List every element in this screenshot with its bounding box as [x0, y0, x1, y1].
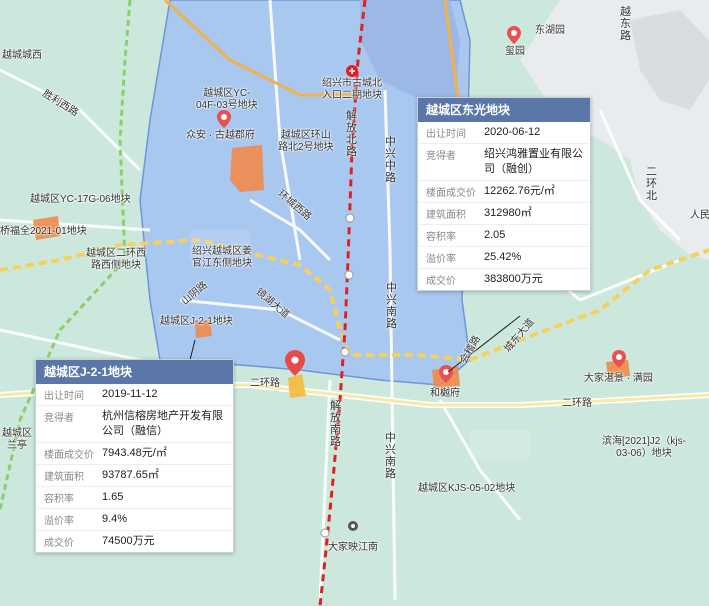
- row-value: 2020-06-12: [484, 126, 541, 138]
- row-key: 溢价率: [426, 254, 456, 265]
- row-value: 25.42%: [484, 251, 522, 263]
- row-value: 74500万元: [102, 535, 155, 547]
- map-canvas[interactable]: 越城城西 胜利西路 越城区YC- 04F-03号地块 众安 · 古越郡府 越城区…: [0, 0, 709, 606]
- row-key: 出让时间: [44, 391, 84, 402]
- parcel-info-card-j21[interactable]: 越城区J-2-1地块 出让时间 2019-11-12 竞得者 杭州信榕房地产开发有限…: [35, 359, 234, 553]
- row-key: 成交价: [426, 276, 456, 287]
- road-label: 中兴南路: [385, 432, 396, 480]
- area-label: 越城城西: [2, 50, 42, 61]
- poi-label: 和樾府: [430, 388, 460, 399]
- card-row: 建筑面积 93787.65㎡: [36, 465, 233, 487]
- row-key: 楼面成交价: [44, 450, 94, 461]
- road-label: 二环路: [250, 378, 280, 389]
- road-label: 解放南路: [330, 400, 341, 448]
- parcel-label: 越城区二环西 路西侧地块: [86, 248, 146, 271]
- row-key: 竞得者: [44, 413, 74, 424]
- row-key: 楼面成交价: [426, 188, 476, 199]
- row-value: 绍兴鸿雅置业有限公司（融创）: [484, 148, 583, 175]
- card-title: 越城区东光地块: [418, 98, 590, 122]
- parcel-label: 越城区YC- 04F-03号地块: [196, 88, 258, 111]
- row-key: 溢价率: [44, 516, 74, 527]
- card-row: 容积率 1.65: [36, 487, 233, 509]
- parcel-label: 桥福全2021-01地块: [0, 226, 87, 237]
- parcel-label: 越城区J-2-1地块: [160, 316, 233, 327]
- road-label: 越东路: [620, 6, 631, 42]
- poi-label: 众安 · 古越郡府: [186, 130, 255, 141]
- road-label: 解放北路: [346, 110, 357, 158]
- row-value: 312980㎡: [484, 207, 532, 219]
- row-value: 12262.76元/㎡: [484, 185, 555, 197]
- row-key: 成交价: [44, 538, 74, 549]
- card-row: 出让时间 2020-06-12: [418, 122, 590, 144]
- card-row: 成交价 74500万元: [36, 531, 233, 552]
- row-key: 建筑面积: [426, 210, 466, 221]
- road-label: 中兴南路: [386, 282, 397, 330]
- card-title: 越城区J-2-1地块: [36, 360, 233, 384]
- card-row: 容积率 2.05: [418, 225, 590, 247]
- parcel-label: 绍兴越城区姜 官江东侧地块: [192, 246, 252, 269]
- row-key: 竞得者: [426, 151, 456, 162]
- area-label: 越城区 兰亭: [2, 428, 32, 451]
- row-value: 383800万元: [484, 273, 543, 285]
- row-value: 2019-11-12: [102, 388, 158, 400]
- row-value: 1.65: [102, 491, 124, 503]
- card-row: 竞得者 杭州信榕房地产开发有限公司（融信）: [36, 406, 233, 443]
- card-row: 建筑面积 312980㎡: [418, 203, 590, 225]
- area-label: 人民: [690, 210, 709, 221]
- parcel-info-card-dongguang[interactable]: 越城区东光地块 出让时间 2020-06-12 竞得者 绍兴鸿雅置业有限公司（融创）…: [417, 97, 591, 291]
- road-label: 中兴中路: [385, 136, 396, 184]
- row-value: 杭州信榕房地产开发有限公司（融信）: [102, 410, 223, 437]
- parcel-label: 越城区KJS-05-02地块: [418, 483, 516, 494]
- card-row: 楼面成交价 7943.48元/㎡: [36, 443, 233, 465]
- road-label: 二环北: [646, 166, 657, 202]
- card-row: 楼面成交价 12262.76元/㎡: [418, 181, 590, 203]
- card-row: 竞得者 绍兴鸿雅置业有限公司（融创）: [418, 144, 590, 181]
- card-row: 溢价率 25.42%: [418, 247, 590, 269]
- row-value: 9.4%: [102, 513, 128, 525]
- card-row: 溢价率 9.4%: [36, 509, 233, 531]
- parcel-label: 绍兴市古城北 入口二期地块: [322, 78, 382, 101]
- row-key: 建筑面积: [44, 472, 84, 483]
- row-key: 容积率: [426, 232, 456, 243]
- poi-label: 东湖园: [535, 25, 565, 36]
- card-row: 出让时间 2019-11-12: [36, 384, 233, 406]
- row-key: 出让时间: [426, 129, 466, 140]
- row-value: 7943.48元/㎡: [102, 447, 167, 459]
- parcel-label: 越城区YC-17G-06地块: [30, 194, 131, 205]
- parcel-label: 滨海[2021]J2（kjs- 03-06）地块: [602, 436, 686, 459]
- poi-label: 大家湛景 · 满园: [584, 373, 653, 384]
- parcel-label: 越城区环山 路北2号地块: [278, 130, 334, 153]
- road-label: 二环路: [562, 398, 592, 409]
- poi-label: 大家映江南: [328, 542, 378, 553]
- row-value: 93787.65㎡: [102, 469, 159, 481]
- poi-label: 玺园: [505, 46, 525, 57]
- card-row: 成交价 383800万元: [418, 269, 590, 290]
- row-value: 2.05: [484, 229, 506, 241]
- row-key: 容积率: [44, 494, 74, 505]
